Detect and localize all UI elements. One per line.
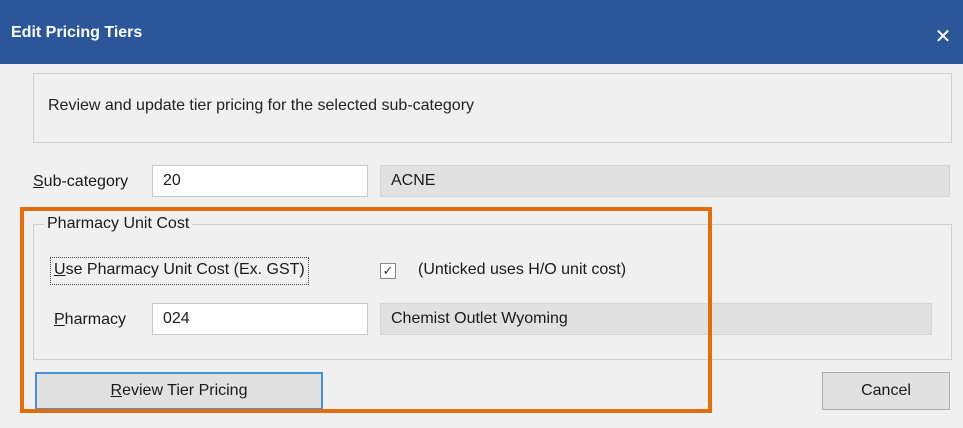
cancel-button[interactable]: Cancel xyxy=(822,372,950,410)
checkbox-hint: (Unticked uses H/O unit cost) xyxy=(418,261,627,278)
group-title: Pharmacy Unit Cost xyxy=(44,215,193,233)
pharmacy-unit-cost-group: Pharmacy Unit Cost Use Pharmacy Unit Cos… xyxy=(33,215,952,360)
use-pharmacy-unit-cost-checkbox[interactable]: ✓ xyxy=(380,263,396,279)
info-panel: Review and update tier pricing for the s… xyxy=(33,73,952,143)
review-tier-pricing-button[interactable]: Review Tier Pricing xyxy=(35,372,323,410)
dialog-body: Review and update tier pricing for the s… xyxy=(0,64,963,428)
pharmacy-label: Pharmacy xyxy=(54,311,127,328)
info-text: Review and update tier pricing for the s… xyxy=(48,97,475,114)
pharmacy-name-field: Chemist Outlet Wyoming xyxy=(380,303,932,335)
close-icon[interactable]: ✕ xyxy=(923,16,963,56)
use-pharmacy-unit-cost-label[interactable]: Use Pharmacy Unit Cost (Ex. GST) xyxy=(50,257,309,285)
pharmacy-code-input[interactable]: 024 xyxy=(152,303,368,335)
subcategory-label: Sub-category xyxy=(33,173,129,190)
title-bar: Edit Pricing Tiers ✕ xyxy=(0,0,963,64)
window-title: Edit Pricing Tiers xyxy=(11,24,143,41)
subcategory-code-input[interactable]: 20 xyxy=(152,165,368,197)
subcategory-name-field: ACNE xyxy=(380,165,950,197)
